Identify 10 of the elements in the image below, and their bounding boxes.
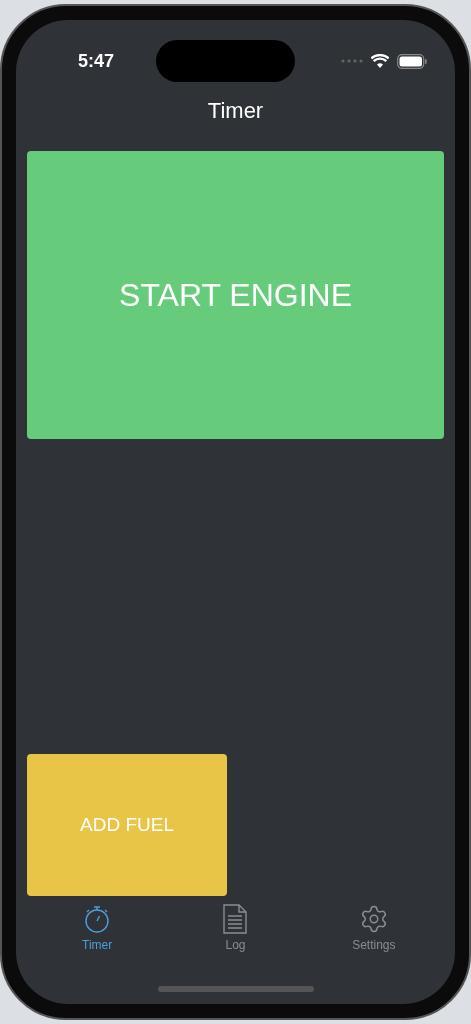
document-icon: [222, 904, 249, 934]
signal-icon: [341, 59, 363, 63]
status-time: 5:47: [77, 49, 115, 73]
tab-item[interactable]: Timer: [47, 904, 148, 964]
wifi-icon: [371, 54, 389, 68]
tab-item[interactable]: Log: [185, 904, 286, 964]
battery-icon: [397, 53, 427, 69]
screen-title: Timer: [207, 97, 264, 125]
start-button[interactable]: START ENGINE: [27, 151, 444, 439]
tab-item[interactable]: Settings: [323, 904, 424, 964]
